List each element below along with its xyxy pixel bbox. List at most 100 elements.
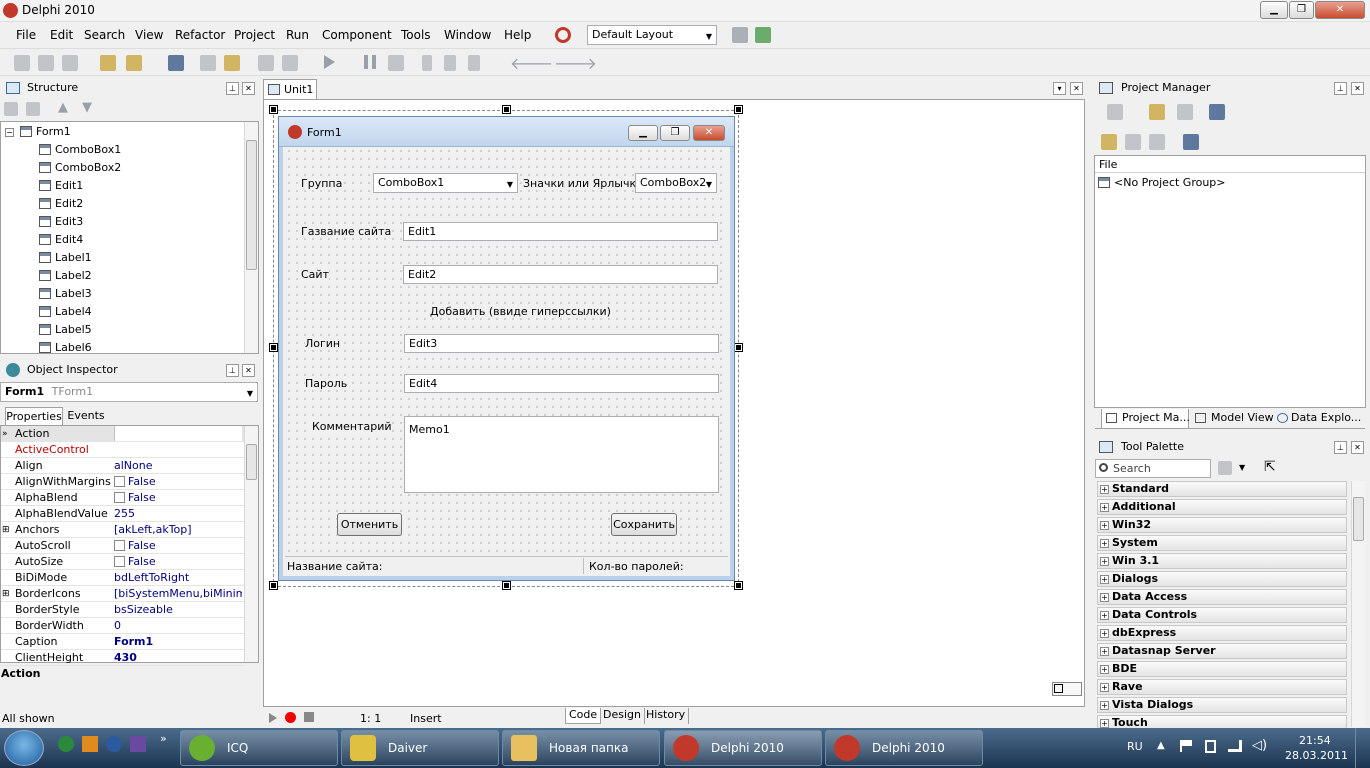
property-row[interactable]: AlignWithMargins False [1, 474, 244, 490]
tab-list-icon[interactable]: ▾ [1053, 82, 1066, 95]
structure-tool-icon[interactable] [4, 102, 18, 116]
tree-item[interactable]: Label4 [39, 303, 92, 321]
move-up-icon[interactable]: ▲ [58, 100, 68, 115]
property-value[interactable]: 255 [114, 506, 242, 522]
start-button[interactable] [4, 730, 44, 766]
menu-edit[interactable]: Edit [50, 28, 73, 42]
tree-item[interactable]: ComboBox1 [39, 141, 121, 159]
minimize-button[interactable]: ▁ [1260, 1, 1288, 19]
device-icon[interactable] [1205, 740, 1216, 753]
flag-icon[interactable] [1180, 740, 1192, 752]
edit-password[interactable]: Edit4 [404, 374, 719, 393]
pin-icon[interactable]: ⊥ [1334, 82, 1347, 95]
resize-handle[interactable] [502, 581, 511, 590]
close-tab-icon[interactable]: ✕ [1070, 82, 1083, 95]
property-row[interactable]: AlphaBlendValue 255 [1, 506, 244, 522]
sync-icon[interactable] [1101, 134, 1117, 150]
tree-item[interactable]: Edit3 [39, 213, 83, 231]
checkbox[interactable] [114, 540, 125, 551]
pointer-icon[interactable]: ⇱ [1264, 459, 1276, 475]
expand-icon[interactable]: + [1100, 575, 1109, 584]
task-delphi-2[interactable]: Delphi 2010 [825, 730, 983, 766]
pause-icon[interactable] [364, 55, 376, 69]
property-value[interactable]: alNone [114, 458, 242, 474]
menu-help[interactable]: Help [504, 28, 531, 42]
list-view-icon[interactable] [1183, 134, 1199, 150]
tree-item[interactable]: Label1 [39, 249, 92, 267]
trace-into-icon[interactable] [422, 55, 432, 71]
resize-handle[interactable] [502, 105, 511, 114]
palette-category[interactable]: + Dialogs [1097, 571, 1347, 587]
form-minimize-button[interactable]: ▁ [628, 125, 658, 141]
scroll-thumb[interactable] [1353, 497, 1364, 541]
expand-icon[interactable]: + [1100, 647, 1109, 656]
tree-item[interactable]: Label6 [39, 339, 92, 353]
quicklaunch-icon[interactable] [106, 736, 122, 752]
menu-view[interactable]: View [135, 28, 163, 42]
volume-icon[interactable]: ◁) [1252, 738, 1267, 753]
menu-window[interactable]: Window [444, 28, 491, 42]
tree-item[interactable]: ComboBox2 [39, 159, 121, 177]
menu-component[interactable]: Component [322, 28, 392, 42]
property-value[interactable]: bdLeftToRight [114, 570, 242, 586]
palette-category[interactable]: + System [1097, 535, 1347, 551]
save-icon[interactable] [168, 55, 184, 71]
tab-events[interactable]: Events [66, 408, 106, 425]
clock-time[interactable]: 21:54 [1299, 734, 1331, 747]
palette-category[interactable]: + BDE [1097, 661, 1347, 677]
tab-properties[interactable]: Properties [5, 407, 63, 425]
property-value[interactable]: 430 [114, 650, 242, 666]
build-icon[interactable] [258, 55, 274, 71]
resize-handle[interactable] [269, 105, 278, 114]
tab-model-view[interactable]: Model View [1193, 411, 1274, 424]
property-value[interactable]: False [114, 490, 242, 506]
pin-icon[interactable]: ⊥ [226, 364, 239, 377]
expand-icon[interactable]: + [1100, 557, 1109, 566]
menu-project[interactable]: Project [234, 28, 275, 42]
property-value[interactable]: [akLeft,akTop] [114, 522, 242, 538]
property-row[interactable]: ClientHeight 430 [1, 650, 244, 666]
expand-icon[interactable]: + [1100, 611, 1109, 620]
save-layout-icon[interactable] [732, 27, 748, 43]
property-row[interactable]: ⊞ BorderIcons [biSystemMenu,biMinimize, [1, 586, 244, 602]
tree-item[interactable]: Label2 [39, 267, 92, 285]
checkbox[interactable] [114, 492, 125, 503]
tray-arrow-icon[interactable]: ▲ [1157, 740, 1165, 751]
set-layout-icon[interactable] [755, 27, 771, 43]
property-value[interactable]: 0 [114, 618, 242, 634]
expand-icon[interactable]: ⊞ [2, 586, 10, 602]
property-value[interactable]: Form1 [114, 634, 242, 650]
menu-run[interactable]: Run [286, 28, 309, 42]
resize-handle[interactable] [269, 343, 278, 352]
palette-category[interactable]: + Rave [1097, 679, 1347, 695]
new-icon[interactable] [14, 55, 30, 71]
palette-category[interactable]: + Win32 [1097, 517, 1347, 533]
property-row[interactable]: AutoScroll False [1, 538, 244, 554]
tree-item[interactable]: Edit1 [39, 177, 83, 195]
palette-category[interactable]: + Win 3.1 [1097, 553, 1347, 569]
palette-category[interactable]: + dbExpress [1097, 625, 1347, 641]
property-row[interactable]: BorderWidth 0 [1, 618, 244, 634]
structure-scrollbar[interactable] [244, 122, 258, 353]
resize-handle[interactable] [269, 581, 278, 590]
tab-design[interactable]: Design [600, 708, 645, 724]
stop-macro-icon[interactable] [304, 712, 314, 722]
expand-icon[interactable]: + [1100, 485, 1109, 494]
more-icon[interactable]: » [160, 732, 167, 745]
memo-comment[interactable]: Memo1 [404, 416, 719, 493]
property-value[interactable]: [biSystemMenu,biMinimize, [114, 586, 242, 602]
move-down-icon[interactable]: ▼ [82, 100, 92, 115]
clock-date[interactable]: 28.03.2011 [1285, 749, 1348, 762]
tab-data-explorer[interactable]: Data Explo... [1275, 411, 1361, 424]
task-icq[interactable]: ICQ [180, 730, 338, 766]
scroll-thumb[interactable] [246, 140, 257, 270]
run-icon[interactable] [324, 55, 335, 69]
task-daiver[interactable]: Daiver [341, 730, 499, 766]
palette-search[interactable]: Search [1095, 459, 1211, 478]
quicklaunch-icon[interactable] [82, 736, 98, 752]
save-all-icon[interactable] [200, 55, 216, 71]
property-row[interactable]: AlphaBlend False [1, 490, 244, 506]
edit-login[interactable]: Edit3 [404, 334, 719, 353]
show-desktop-button[interactable] [1355, 728, 1369, 768]
task-delphi-1[interactable]: Delphi 2010 [664, 730, 822, 766]
